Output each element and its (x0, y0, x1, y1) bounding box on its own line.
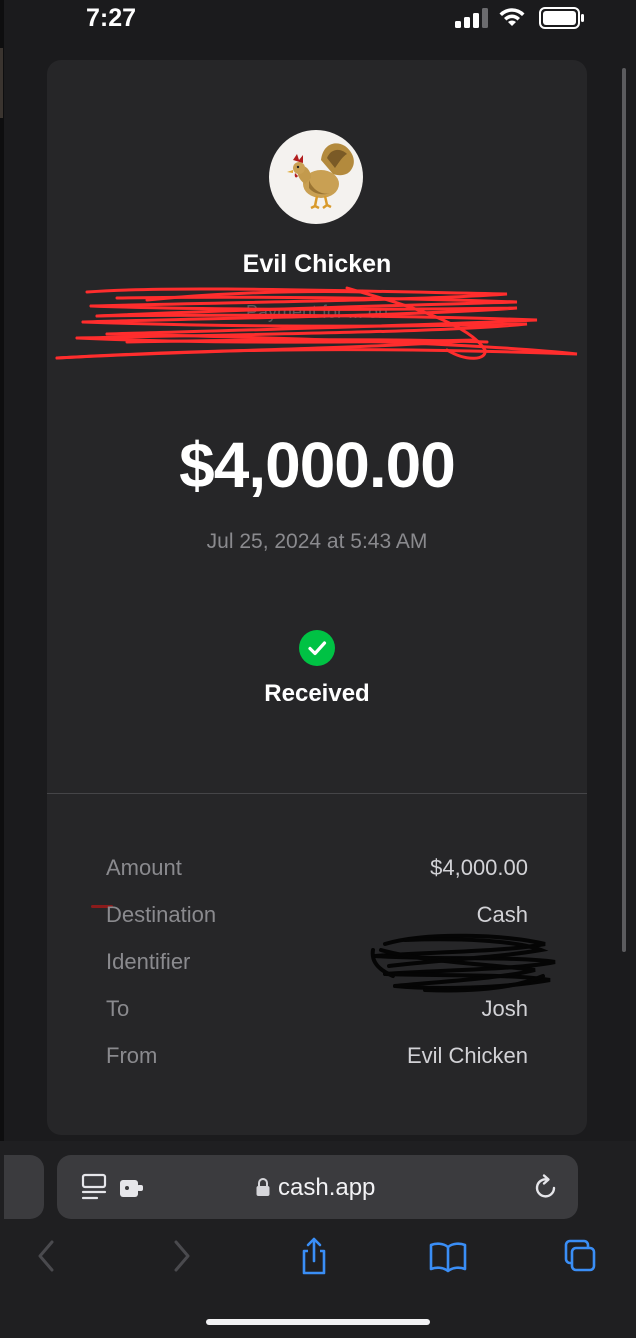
detail-value: Evil Chicken (406, 1043, 528, 1068)
wifi-icon (499, 8, 525, 26)
edge-mark (0, 48, 3, 118)
address-bar[interactable]: cash.app (57, 1155, 578, 1219)
section-divider (47, 793, 587, 794)
detail-label: To (106, 996, 130, 1021)
share-icon[interactable] (296, 1236, 332, 1276)
red-redaction-scribble (55, 286, 578, 360)
detail-label: Identifier (106, 949, 191, 974)
cellular-signal-icon (455, 8, 488, 28)
detail-label: From (106, 1043, 158, 1068)
detail-row-amount: Amount $4,000.00 (106, 855, 528, 902)
transaction-amount: $4,000.00 (179, 429, 456, 501)
detail-row-to: To Josh (106, 996, 528, 1043)
tabs-icon[interactable] (562, 1236, 598, 1276)
url-text[interactable]: cash.app (278, 1174, 375, 1202)
extension-icon[interactable] (119, 1177, 145, 1199)
transaction-status: Received (264, 680, 370, 707)
previous-tab-preview[interactable] (4, 1155, 44, 1219)
detail-row-from: From Evil Chicken (106, 1043, 528, 1090)
black-redaction-scribble (370, 933, 556, 993)
detail-label: Destination (106, 902, 217, 927)
detail-value: Cash (476, 902, 528, 927)
detail-label: Amount (106, 855, 182, 880)
detail-value: $4,000.00 (430, 855, 528, 880)
rooster-avatar-icon[interactable] (269, 130, 363, 224)
browser-toolbar (0, 1236, 636, 1286)
home-indicator[interactable] (206, 1319, 430, 1325)
bookmarks-icon[interactable] (428, 1236, 468, 1276)
sender-name: Evil Chicken (242, 250, 392, 278)
check-circle-icon (299, 630, 335, 666)
transaction-datetime: Jul 25, 2024 at 5:43 AM (206, 530, 428, 553)
status-bar: 7:27 (0, 0, 636, 40)
forward-chevron-icon[interactable] (164, 1236, 200, 1276)
browser-chrome: cash.app (0, 1141, 636, 1338)
receipt-card: Evil Chicken Payment for ... on $4,000.0… (47, 60, 587, 1135)
back-chevron-icon[interactable] (28, 1236, 64, 1276)
screen-edge (0, 0, 4, 1338)
scroll-indicator[interactable] (622, 68, 626, 952)
battery-icon (539, 7, 584, 29)
status-time: 7:27 (86, 4, 137, 32)
reload-icon[interactable] (533, 1173, 559, 1201)
lock-icon (256, 1178, 270, 1196)
reader-view-icon[interactable] (81, 1173, 107, 1201)
